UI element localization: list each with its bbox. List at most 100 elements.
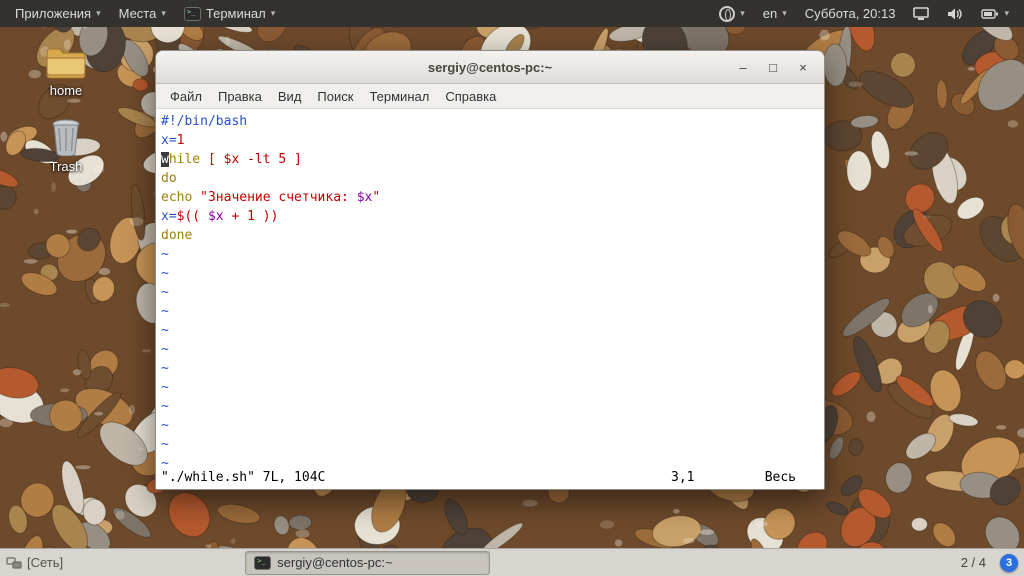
window-titlebar[interactable]: sergiy@centos-pc:~ – □ × bbox=[156, 51, 824, 84]
vim-token: ~ bbox=[161, 323, 169, 338]
menu-file[interactable]: Файл bbox=[162, 86, 210, 107]
monitor-icon bbox=[913, 6, 930, 20]
vim-line: ~ bbox=[161, 302, 822, 321]
battery-icon bbox=[981, 8, 999, 19]
speaker-icon bbox=[948, 8, 963, 19]
vim-token: echo bbox=[161, 190, 201, 205]
display-indicator[interactable] bbox=[904, 0, 938, 27]
vim-token: hile bbox=[168, 152, 208, 167]
top-panel: Приложения ▾ Места ▾ Терминал ▾ ▾ en ▾ С… bbox=[0, 0, 1024, 27]
keyboard-layout-label: en bbox=[762, 6, 778, 21]
vim-token: ~ bbox=[161, 399, 169, 414]
vim-line: ~ bbox=[161, 378, 822, 397]
vim-buffer: #!/bin/bash x=1 while [ $x -lt 5 ] do echo "… bbox=[161, 112, 822, 473]
applications-menu[interactable]: Приложения ▾ bbox=[6, 0, 110, 27]
vim-token: $x bbox=[207, 209, 224, 224]
menu-edit[interactable]: Правка bbox=[210, 86, 270, 107]
desktop-icon-label: Trash bbox=[49, 159, 83, 174]
network-label: [Сеть] bbox=[27, 555, 64, 570]
menu-search[interactable]: Поиск bbox=[309, 86, 361, 107]
vim-token: ~ bbox=[161, 285, 169, 300]
terminal-window: sergiy@centos-pc:~ – □ × Файл Правка Вид… bbox=[155, 50, 825, 490]
network-indicator[interactable]: [Сеть] bbox=[6, 555, 63, 570]
vim-line: while [ $x -lt 5 ] bbox=[161, 150, 822, 169]
volume-indicator[interactable] bbox=[938, 0, 972, 27]
accessibility-menu[interactable]: ▾ bbox=[710, 0, 754, 27]
vim-token: [ $x -lt 5 ] bbox=[207, 152, 302, 167]
vim-line: ~ bbox=[161, 321, 822, 340]
minimize-button[interactable]: – bbox=[732, 57, 754, 77]
vim-token: ~ bbox=[161, 342, 169, 357]
vim-line: done bbox=[161, 226, 822, 245]
active-app-menu-label: Терминал bbox=[205, 6, 266, 21]
vim-token: " bbox=[372, 190, 381, 205]
chevron-down-icon: ▾ bbox=[1004, 8, 1009, 18]
vim-token: w bbox=[161, 152, 169, 167]
places-menu[interactable]: Места ▾ bbox=[110, 0, 175, 27]
vim-token: done bbox=[161, 228, 193, 243]
vim-line: x=1 bbox=[161, 131, 822, 150]
chevron-down-icon: ▾ bbox=[782, 8, 787, 18]
chevron-down-icon: ▾ bbox=[161, 8, 166, 18]
terminal-menubar: Файл Правка Вид Поиск Терминал Справка bbox=[156, 84, 824, 109]
vim-line: echo "Значение счетчика: $x" bbox=[161, 188, 822, 207]
taskbar-window-label: sergiy@centos-pc:~ bbox=[277, 555, 393, 570]
terminal-screen[interactable]: #!/bin/bash x=1 while [ $x -lt 5 ] do echo "… bbox=[156, 109, 824, 489]
applications-menu-label: Приложения bbox=[15, 6, 92, 21]
network-icon bbox=[6, 556, 22, 569]
vim-statusline: "./while.sh" 7L, 104C 3,1 Весь bbox=[161, 468, 819, 487]
vim-token: ~ bbox=[161, 437, 169, 452]
vim-token: ~ bbox=[161, 418, 169, 433]
vim-token: x= bbox=[161, 209, 177, 224]
terminal-icon bbox=[183, 6, 201, 21]
desktop-icon-trash[interactable]: Trash bbox=[28, 118, 104, 174]
vim-line: ~ bbox=[161, 397, 822, 416]
window-controls: – □ × bbox=[732, 57, 824, 77]
taskbar-window-button[interactable]: sergiy@centos-pc:~ bbox=[245, 550, 491, 575]
vim-token: + 1 )) bbox=[223, 209, 279, 224]
vim-line: #!/bin/bash bbox=[161, 112, 822, 131]
vim-line: ~ bbox=[161, 359, 822, 378]
vim-status-scroll: Весь bbox=[764, 470, 796, 485]
vim-status-cursor-position: 3,1 bbox=[671, 470, 695, 485]
vim-token: ~ bbox=[161, 361, 169, 376]
trash-icon bbox=[28, 118, 104, 156]
notification-badge[interactable]: 3 bbox=[1000, 553, 1018, 572]
vim-line: ~ bbox=[161, 435, 822, 454]
vim-token: ~ bbox=[161, 247, 169, 262]
clock-menu[interactable]: Суббота, 20:13 bbox=[796, 0, 905, 27]
vim-token: 1 bbox=[176, 133, 185, 148]
vim-line: ~ bbox=[161, 283, 822, 302]
vim-status-filename: "./while.sh" 7L, 104C bbox=[161, 470, 326, 485]
close-button[interactable]: × bbox=[792, 57, 814, 77]
menu-view[interactable]: Вид bbox=[270, 86, 310, 107]
power-indicator[interactable]: ▾ bbox=[972, 0, 1018, 27]
desktop-icon-label: home bbox=[49, 83, 83, 98]
chevron-down-icon: ▾ bbox=[96, 8, 101, 18]
terminal-icon bbox=[254, 555, 272, 570]
vim-token: $x bbox=[356, 190, 373, 205]
desktop: Приложения ▾ Места ▾ Терминал ▾ ▾ en ▾ С… bbox=[0, 0, 1024, 576]
menu-terminal[interactable]: Терминал bbox=[361, 86, 437, 107]
bottom-panel-right: 2 / 4 3 bbox=[957, 553, 1018, 572]
maximize-button[interactable]: □ bbox=[762, 57, 784, 77]
vim-token: #!/bin/bash bbox=[161, 114, 248, 129]
vim-token: "Значение счетчика: bbox=[200, 190, 357, 205]
desktop-icon-home[interactable]: home bbox=[28, 46, 104, 98]
bottom-panel: [Сеть] sergiy@centos-pc:~ 2 / 4 3 bbox=[0, 548, 1024, 576]
vim-token: ~ bbox=[161, 380, 169, 395]
vim-token: ~ bbox=[161, 266, 169, 281]
workspace-pager[interactable]: 2 / 4 bbox=[957, 555, 990, 570]
keyboard-layout-menu[interactable]: en ▾ bbox=[754, 0, 796, 27]
chevron-down-icon: ▾ bbox=[270, 8, 276, 18]
vim-line: ~ bbox=[161, 340, 822, 359]
menu-help[interactable]: Справка bbox=[437, 86, 504, 107]
top-panel-status-area: ▾ en ▾ Суббота, 20:13 ▾ bbox=[710, 0, 1018, 27]
active-app-menu[interactable]: Терминал ▾ bbox=[175, 0, 284, 27]
vim-line: ~ bbox=[161, 416, 822, 435]
vim-token: ~ bbox=[161, 304, 169, 319]
home-folder-icon bbox=[28, 46, 104, 80]
vim-line: x=$(( $x + 1 )) bbox=[161, 207, 822, 226]
vim-token: do bbox=[161, 171, 177, 186]
vim-line: do bbox=[161, 169, 822, 188]
